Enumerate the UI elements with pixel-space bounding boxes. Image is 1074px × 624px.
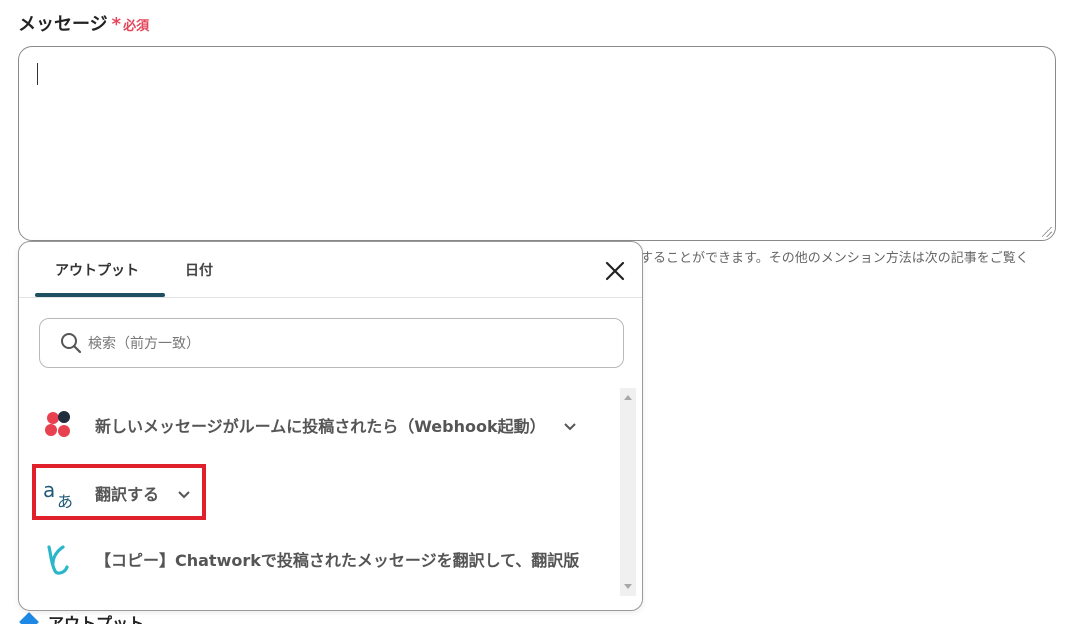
list-scrollbar[interactable] — [620, 388, 636, 596]
required-badge: 必須 — [123, 19, 150, 34]
output-section-heading: アウトプット — [19, 612, 145, 624]
tab-date[interactable]: 日付 — [185, 260, 213, 280]
scroll-down-icon[interactable] — [624, 584, 632, 589]
output-heading-text: アウトプット — [48, 614, 145, 624]
search-input[interactable] — [88, 331, 608, 357]
message-textarea[interactable] — [18, 46, 1056, 241]
close-icon[interactable] — [604, 260, 626, 282]
list-item-label: 新しいメッセージがルームに投稿されたら（Webhook起動） — [95, 413, 577, 437]
scroll-up-icon[interactable] — [624, 395, 632, 400]
list-item-label: 【コピー】Chatworkで投稿されたメッセージを翻訳して、翻訳版 — [95, 551, 580, 570]
mention-hint-text: することができます。その他のメンション方法は次の記事をご覧く — [640, 251, 1029, 266]
output-picker-popup: アウトプット 日付 新しいメッセージがルームに投稿されたら（Webhook起動） — [18, 241, 643, 611]
popup-tabs: アウトプット 日付 — [19, 242, 642, 298]
diamond-icon — [19, 612, 39, 624]
chevron-down-icon[interactable] — [563, 422, 577, 432]
message-field-label: メッセージ * 必須 — [18, 10, 149, 36]
list-item-copy-flow[interactable]: 【コピー】Chatworkで投稿されたメッセージを翻訳して、翻訳版 — [19, 534, 619, 584]
resize-handle-icon[interactable] — [1042, 227, 1052, 237]
highlight-box — [32, 464, 206, 520]
list-item-webhook-trigger[interactable]: 新しいメッセージがルームに投稿されたら（Webhook起動） — [19, 400, 619, 450]
chatwork-logo-icon — [45, 411, 70, 437]
required-star: * — [111, 14, 122, 35]
text-caret — [37, 63, 38, 85]
field-label-text: メッセージ — [18, 14, 108, 35]
search-box — [39, 318, 624, 368]
active-tab-indicator — [35, 293, 165, 297]
search-icon — [61, 333, 82, 354]
tab-output[interactable]: アウトプット — [55, 260, 139, 280]
yoom-logo-icon — [47, 545, 69, 575]
